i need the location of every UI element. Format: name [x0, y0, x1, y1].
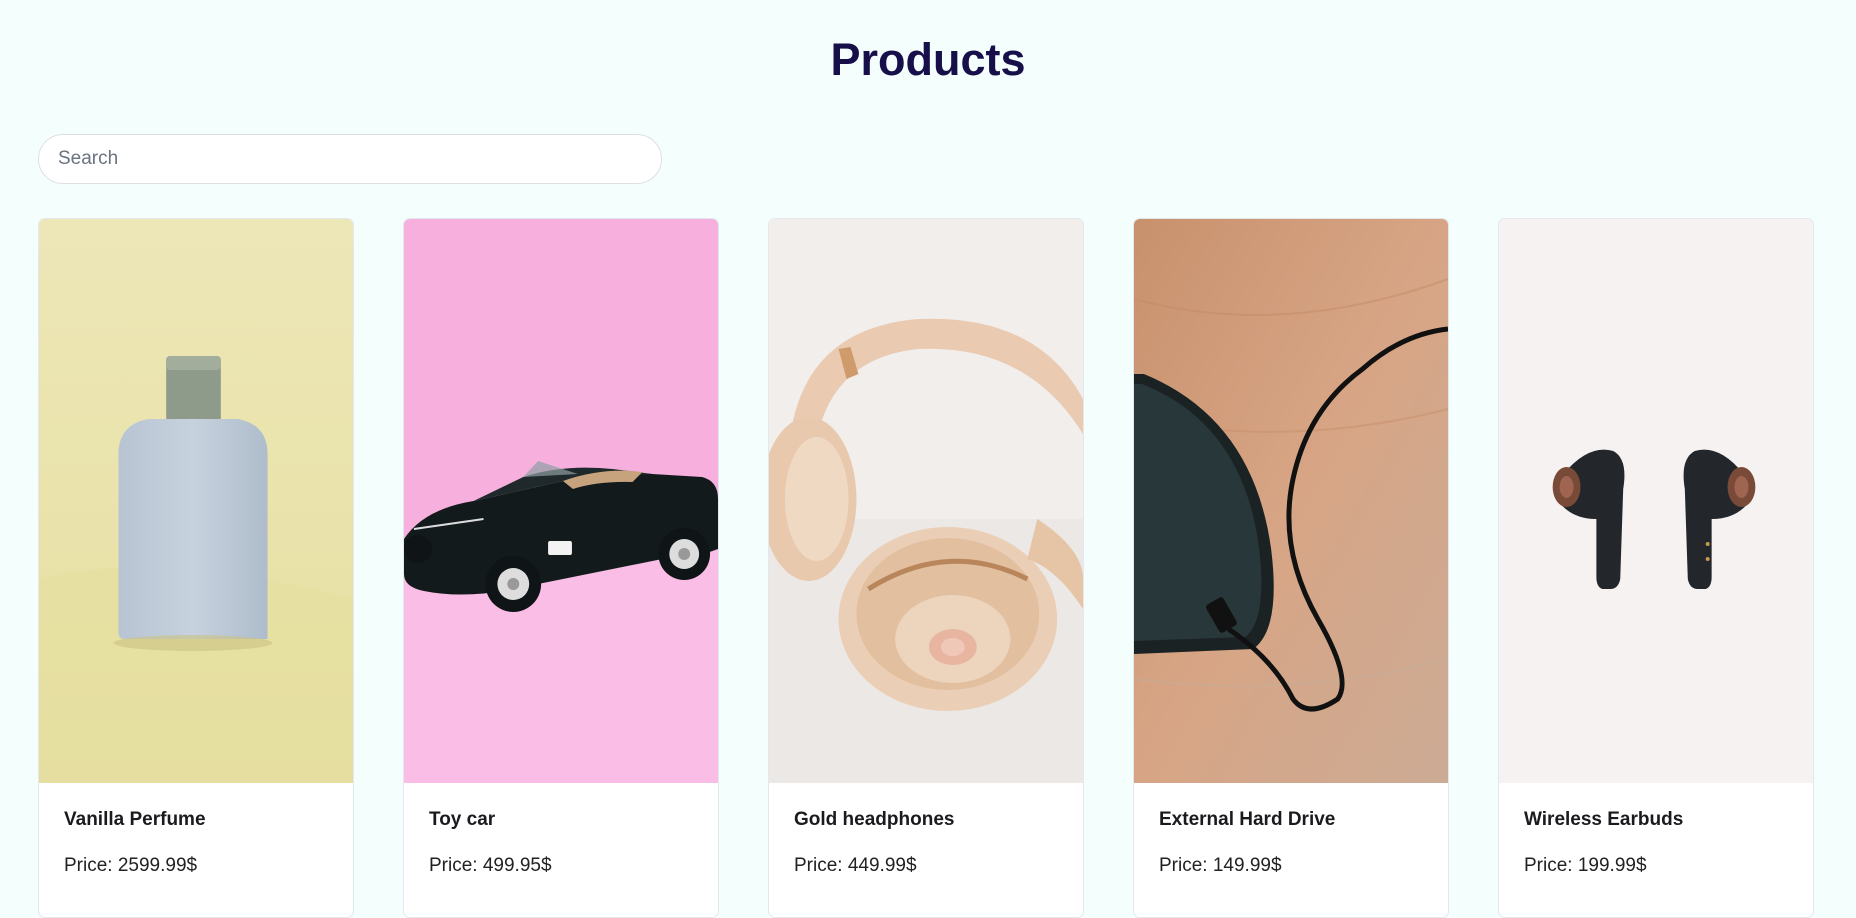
product-name[interactable]: External Hard Drive: [1159, 809, 1335, 831]
product-name[interactable]: Vanilla Perfume: [64, 809, 206, 831]
product-name[interactable]: Gold headphones: [794, 809, 954, 831]
product-price: Price: 499.95$: [429, 855, 552, 876]
product-image-toy-car[interactable]: [404, 219, 718, 783]
product-card[interactable]: Gold headphones Price: 449.99$: [768, 218, 1084, 918]
product-card[interactable]: Toy car Price: 499.95$: [403, 218, 719, 918]
product-price: Price: 149.99$: [1159, 855, 1282, 876]
product-price: Price: 449.99$: [794, 855, 917, 876]
product-name[interactable]: Toy car: [429, 809, 495, 831]
product-image-perfume[interactable]: [39, 219, 353, 783]
product-image-hard-drive[interactable]: [1134, 219, 1448, 783]
product-name[interactable]: Wireless Earbuds: [1524, 809, 1683, 831]
product-card[interactable]: External Hard Drive Price: 149.99$: [1133, 218, 1449, 918]
search-input[interactable]: [38, 134, 662, 184]
page-title: Products: [830, 34, 1026, 85]
product-image-headphones[interactable]: [769, 219, 1083, 783]
product-card[interactable]: Vanilla Perfume Price: 2599.99$: [38, 218, 354, 918]
product-image-earbuds[interactable]: [1499, 219, 1813, 783]
product-card[interactable]: Wireless Earbuds Price: 199.99$: [1498, 218, 1814, 918]
product-price: Price: 199.99$: [1524, 855, 1647, 876]
product-price: Price: 2599.99$: [64, 855, 198, 876]
product-grid: Vanilla Perfume Price: 2599.99$ Toy car …: [38, 218, 1814, 918]
